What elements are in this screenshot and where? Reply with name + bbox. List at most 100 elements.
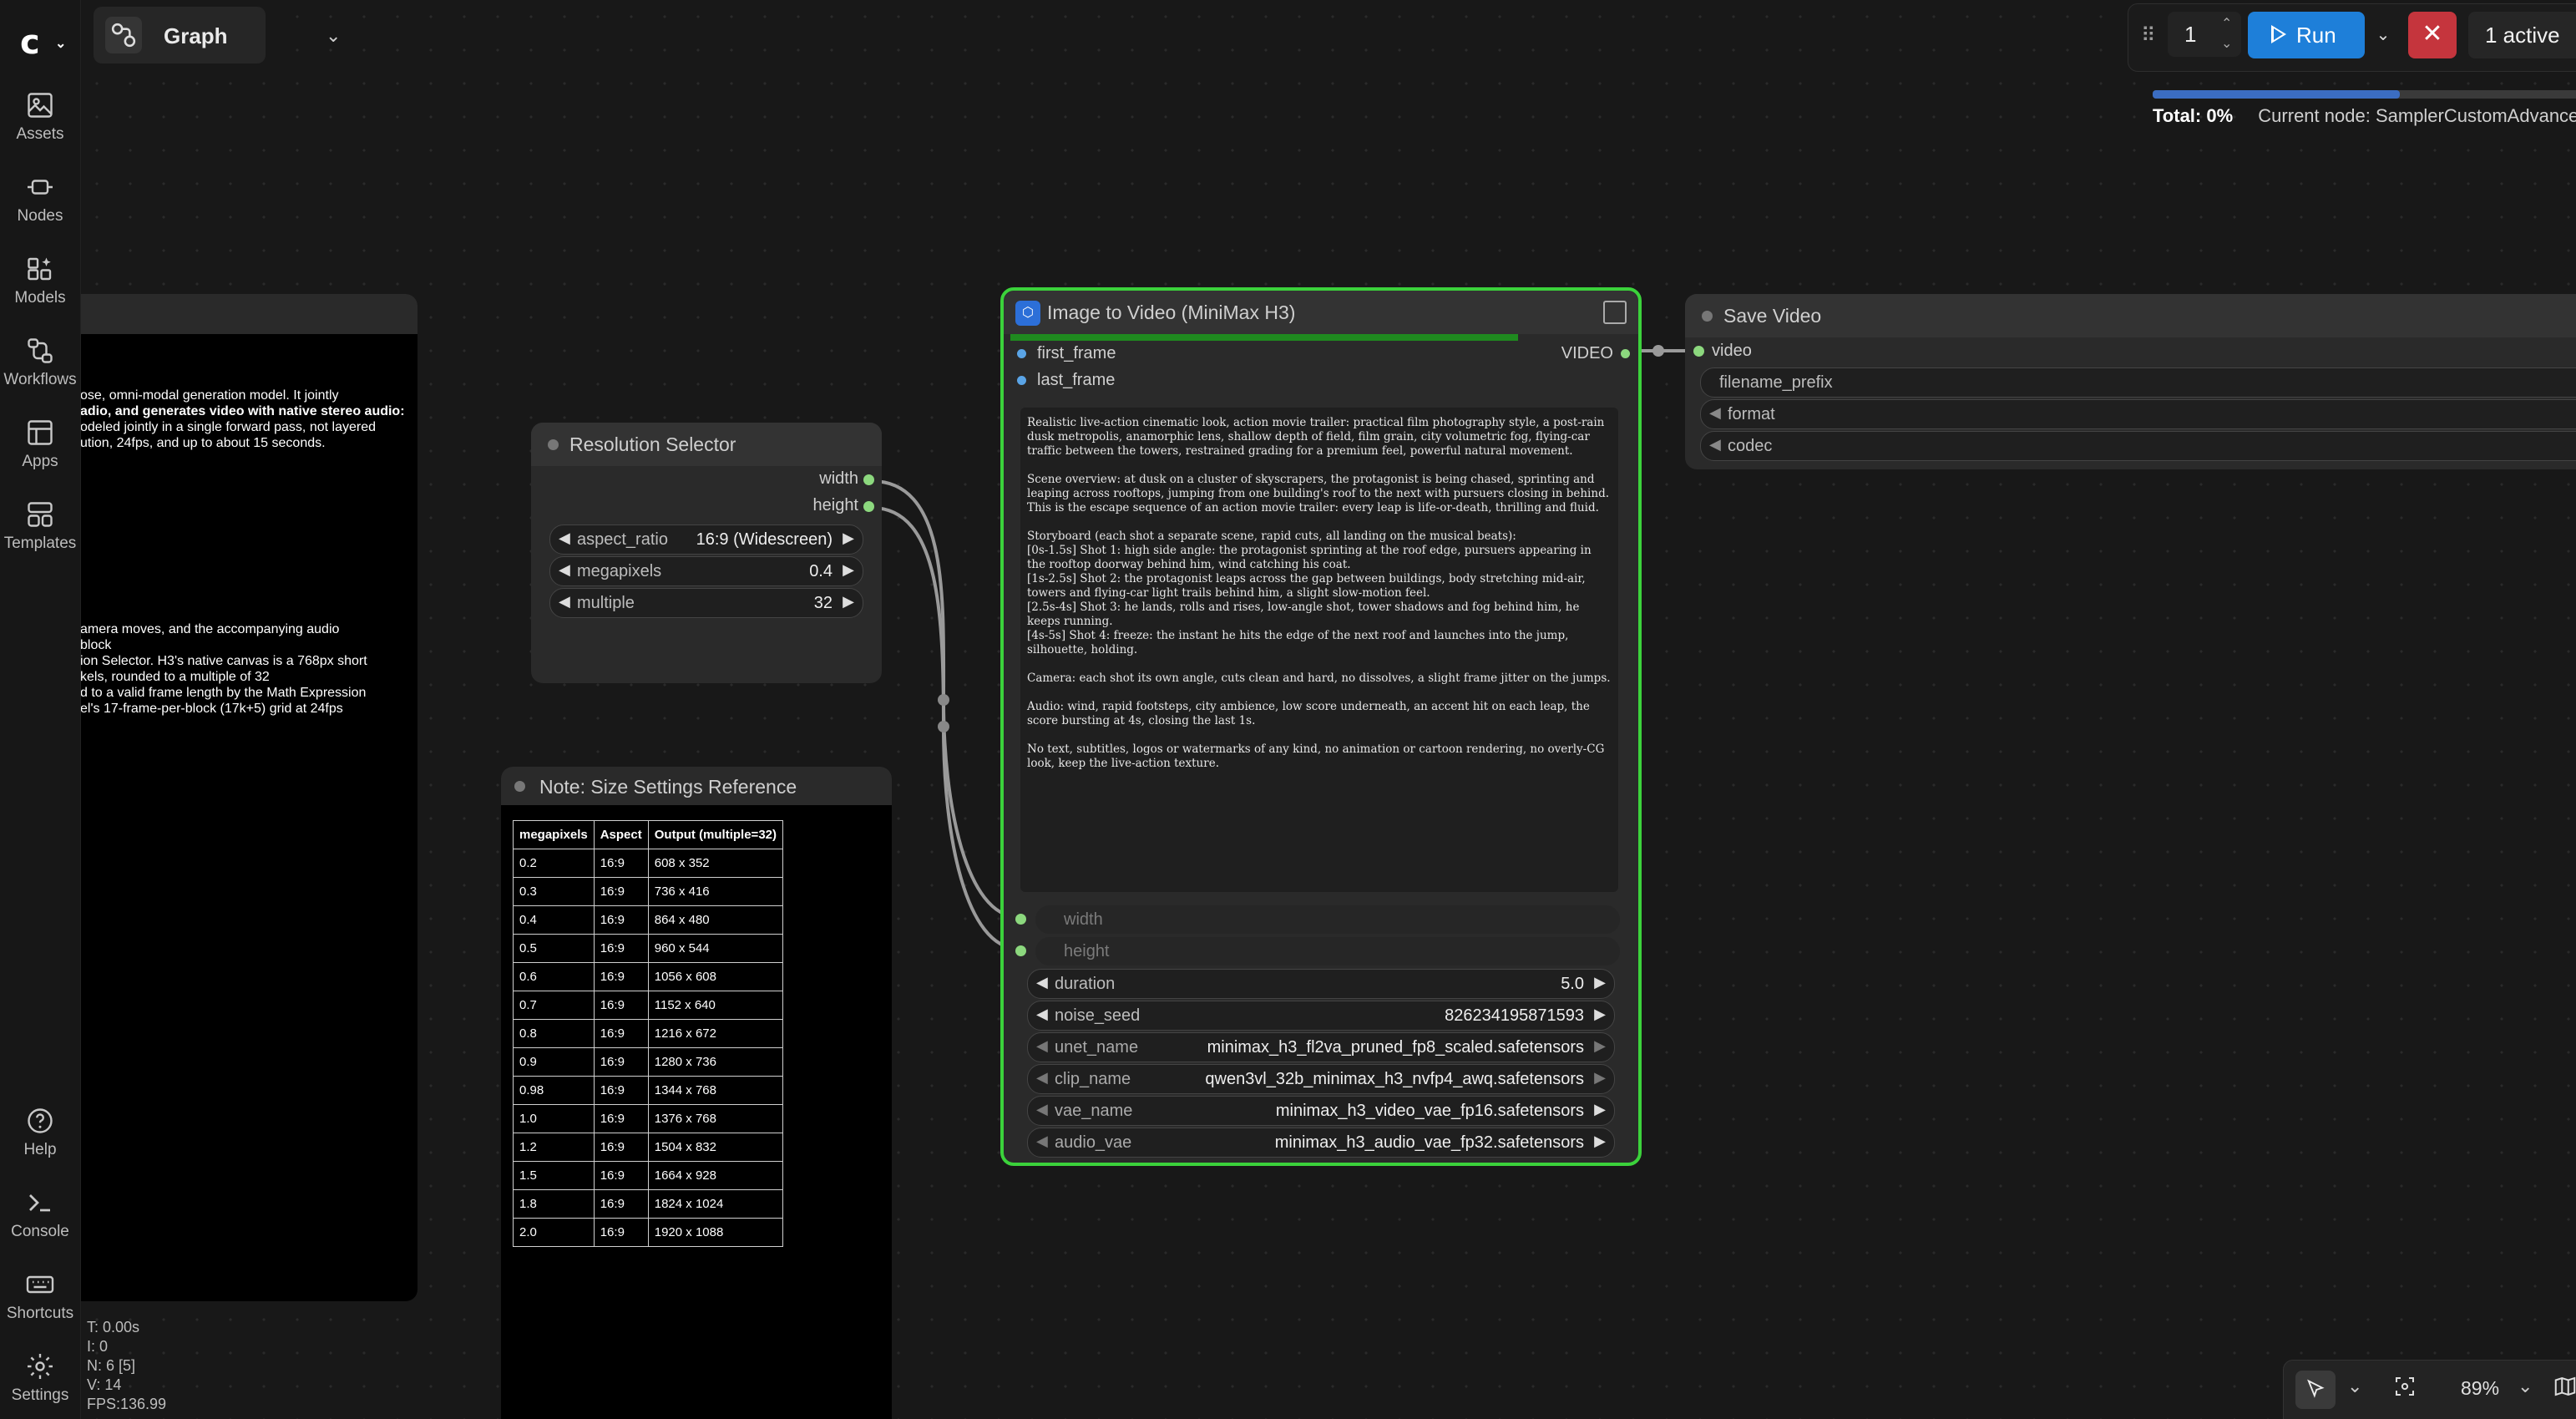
sidebar-item-help[interactable]: Help — [0, 1106, 80, 1159]
note-line: ution, 24fps, and up to about 15 seconds… — [80, 436, 326, 450]
format-widget[interactable]: ◀ format — [1700, 399, 2576, 429]
note-title-bar[interactable]: Note: Size Settings Reference — [501, 767, 892, 805]
queue-count-stepper[interactable]: 1 ⌃ ⌄ — [2168, 12, 2241, 57]
sidebar-item-workflows[interactable]: Workflows — [0, 336, 80, 389]
decrement-arrow-icon[interactable]: ◀ — [1036, 974, 1048, 991]
height-input-widget[interactable]: height — [1035, 937, 1620, 965]
input-last-frame-socket[interactable] — [1017, 376, 1026, 385]
aspect-ratio-widget[interactable]: ◀ aspect_ratio 16:9 (Widescreen) ▶ — [549, 525, 863, 555]
decrement-arrow-icon[interactable]: ◀ — [1036, 1006, 1048, 1023]
sidebar-item-label: Nodes — [17, 207, 63, 225]
image-to-video-node[interactable]: ⬡ Image to Video (MiniMax H3) first_fram… — [1000, 287, 1642, 1166]
size-settings-note-node[interactable]: Note: Size Settings Reference megapixels… — [501, 767, 892, 1419]
table-cell: 1920 x 1088 — [647, 1218, 784, 1247]
prompt-textarea[interactable]: Realistic live-action cinematic look, ac… — [1020, 408, 1618, 892]
output-width-socket[interactable] — [863, 474, 874, 485]
node-collapse-dot[interactable] — [548, 439, 559, 450]
increment-arrow-icon[interactable]: ▶ — [1594, 1069, 1606, 1087]
decrement-arrow-icon[interactable]: ◀ — [559, 593, 570, 611]
increment-arrow-icon[interactable]: ▶ — [1594, 1037, 1606, 1055]
drag-handle-icon[interactable]: ⠿ — [2141, 23, 2156, 48]
decrement-arrow-icon[interactable]: ◀ — [1036, 1133, 1048, 1150]
width-input-widget[interactable]: width — [1035, 905, 1620, 934]
filename-prefix-widget[interactable]: filename_prefix — [1700, 367, 2576, 398]
increment-arrow-icon[interactable]: ▶ — [843, 530, 854, 547]
total-label: Total: — [2153, 105, 2202, 126]
sidebar-item-apps[interactable]: Apps — [0, 418, 80, 471]
resolution-selector-node[interactable]: Resolution Selector width height ◀ aspec… — [531, 423, 882, 683]
input-first-frame-socket[interactable] — [1017, 349, 1026, 358]
run-options-dropdown[interactable]: ⌄ — [2368, 12, 2398, 58]
widget-value: minimax_h3_video_vae_fp16.safetensors — [1275, 1102, 1584, 1120]
input-height-socket[interactable] — [1015, 945, 1026, 956]
node-progress-bar — [1010, 334, 1518, 341]
table-row: 1.8 16:9 1824 x 1024 — [513, 1189, 784, 1219]
cancel-run-button[interactable]: ✕ — [2408, 12, 2457, 58]
decrement-arrow-icon[interactable]: ◀ — [1036, 1069, 1048, 1087]
description-note-node[interactable]: ose, omni-modal generation model. It joi… — [80, 294, 418, 1301]
active-queue-button[interactable]: 1 active — [2468, 12, 2576, 58]
node-collapse-dot[interactable] — [1702, 311, 1713, 322]
app-logo[interactable]: c ⌄ — [20, 23, 66, 62]
increment-arrow-icon[interactable]: ▶ — [843, 593, 854, 611]
expand-icon[interactable] — [1603, 301, 1627, 324]
increment-arrow-icon[interactable]: ▶ — [1594, 974, 1606, 991]
output-height-socket[interactable] — [863, 501, 874, 512]
codec-widget[interactable]: ◀ codec — [1700, 431, 2576, 461]
sidebar-item-assets[interactable]: Assets — [0, 90, 80, 144]
vae-name-widget[interactable]: ◀ vae_name minimax_h3_video_vae_fp16.saf… — [1027, 1096, 1615, 1126]
decrement-arrow-icon[interactable]: ◀ — [1036, 1101, 1048, 1118]
chevron-down-icon[interactable]: ⌄ — [2347, 1376, 2362, 1397]
megapixels-widget[interactable]: ◀ megapixels 0.4 ▶ — [549, 556, 863, 586]
sidebar-item-nodes[interactable]: Nodes — [0, 172, 80, 226]
sidebar-item-settings[interactable]: Settings — [0, 1351, 80, 1405]
fit-view-icon[interactable] — [2392, 1374, 2417, 1403]
minimap-icon[interactable] — [2553, 1374, 2576, 1403]
note-title-bar[interactable] — [80, 294, 418, 334]
output-height-label: height — [812, 496, 859, 514]
node-icon — [25, 172, 55, 202]
decrement-arrow-icon[interactable]: ◀ — [1036, 1037, 1048, 1055]
table-cell: 1344 x 768 — [647, 1076, 784, 1105]
chevron-down-icon[interactable]: ⌄ — [2518, 1376, 2533, 1397]
unet-name-widget[interactable]: ◀ unet_name minimax_h3_fl2va_pruned_fp8_… — [1027, 1032, 1615, 1062]
widget-value: qwen3vl_32b_minimax_h3_nvfp4_awq.safeten… — [1205, 1070, 1584, 1088]
node-title-bar[interactable]: ⬡ Image to Video (MiniMax H3) — [1004, 291, 1638, 334]
increment-arrow-icon[interactable]: ▶ — [1594, 1101, 1606, 1118]
chevron-up-icon[interactable]: ⌃ — [2221, 15, 2232, 32]
increment-arrow-icon[interactable]: ▶ — [1594, 1006, 1606, 1023]
output-video-socket[interactable] — [1621, 349, 1630, 358]
node-title-bar[interactable]: Save Video — [1685, 294, 2576, 337]
run-button[interactable]: Run — [2248, 12, 2365, 58]
table-row: 0.4 16:9 864 x 480 — [513, 905, 784, 935]
sidebar-item-console[interactable]: Console — [0, 1188, 80, 1241]
decrement-arrow-icon[interactable]: ◀ — [1709, 436, 1721, 454]
duration-widget[interactable]: ◀ duration 5.0 ▶ — [1027, 969, 1615, 999]
sidebar-item-shortcuts[interactable]: Shortcuts — [0, 1269, 80, 1323]
zoom-level[interactable]: 89% — [2461, 1377, 2499, 1400]
table-row: 0.6 16:9 1056 x 608 — [513, 962, 784, 991]
close-icon: ✕ — [2422, 20, 2443, 48]
logo-icon: c — [20, 23, 40, 62]
decrement-arrow-icon[interactable]: ◀ — [1709, 404, 1721, 422]
increment-arrow-icon[interactable]: ▶ — [843, 561, 854, 579]
table-cell: 960 x 544 — [647, 934, 784, 963]
increment-arrow-icon[interactable]: ▶ — [1594, 1133, 1606, 1150]
audio-vae-widget[interactable]: ◀ audio_vae minimax_h3_audio_vae_fp32.sa… — [1027, 1128, 1615, 1158]
graph-mode-button[interactable]: Graph ⌄ — [94, 7, 341, 63]
input-width-socket[interactable] — [1015, 914, 1026, 925]
input-video-socket[interactable] — [1693, 346, 1704, 357]
decrement-arrow-icon[interactable]: ◀ — [559, 561, 570, 579]
decrement-arrow-icon[interactable]: ◀ — [559, 530, 570, 547]
select-tool-button[interactable] — [2295, 1371, 2336, 1409]
clip-name-widget[interactable]: ◀ clip_name qwen3vl_32b_minimax_h3_nvfp4… — [1027, 1064, 1615, 1094]
chevron-down-icon[interactable]: ⌄ — [2221, 35, 2232, 52]
node-title-bar[interactable]: Resolution Selector — [531, 423, 882, 466]
sidebar-item-templates[interactable]: Templates — [0, 499, 80, 553]
multiple-widget[interactable]: ◀ multiple 32 ▶ — [549, 588, 863, 618]
noise-seed-widget[interactable]: ◀ noise_seed 826234195871593 ▶ — [1027, 1001, 1615, 1031]
save-video-node[interactable]: Save Video video filename_prefix ◀ forma… — [1685, 294, 2576, 469]
node-collapse-dot[interactable] — [514, 781, 525, 792]
sidebar-item-models[interactable]: Models — [0, 254, 80, 307]
chevron-down-icon[interactable]: ⌄ — [55, 35, 66, 52]
